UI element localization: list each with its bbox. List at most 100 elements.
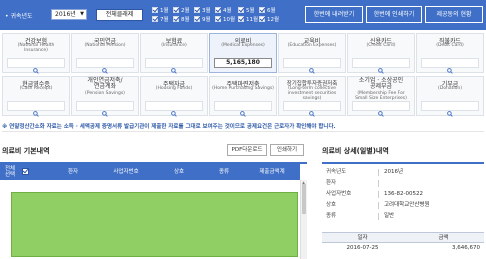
divider [378,202,379,209]
field-label: 환자 [326,180,337,186]
category-health-insurance[interactable]: 건강보험 (National Health Insurance) [2,33,70,74]
search-button[interactable] [214,101,272,117]
divider [378,191,379,198]
checkbox-icon [152,16,158,22]
search-icon [447,111,453,117]
category-national-pension[interactable]: 국민연금 (National Pension) [71,33,139,74]
checkbox-icon [173,7,179,13]
divider [378,180,379,187]
month-checkbox-8[interactable]: 8월 [173,16,196,25]
category-sublabel: (Credit Card) [366,43,396,48]
category-sublabel: (Home Purchasing Savings) [212,86,274,91]
search-button[interactable] [352,101,410,117]
daily-details-panel: 귀속년도 2016년 환자 사업자번호 136-82-00522 상호 고려대학… [322,162,484,259]
category-sublabel: (Cash Receipt) [19,86,53,91]
category-home-savings[interactable]: 주택마련저축 (Home Purchasing Savings) [209,76,277,117]
patient-header: 환자 [67,169,79,175]
field-label: 귀속년도 [326,169,347,175]
checkbox-icon [238,16,244,22]
category-insurance[interactable]: 보험료 (Insurance) [140,33,208,74]
search-button[interactable] [7,101,65,117]
scrollbar-thumb[interactable] [302,184,306,214]
checkbox-icon [259,7,265,13]
month-label: 8월 [181,17,190,23]
search-button[interactable] [76,58,134,74]
search-icon [309,111,315,117]
selected-row-area[interactable] [11,192,298,257]
pdf-download-button[interactable]: PDF다운로드 [227,144,267,156]
basic-details-title: 의료비 기본내역 [2,147,50,155]
month-label: 3월 [202,8,211,14]
print-all-button[interactable]: 한번에 인쇄하기 [366,6,422,23]
date-header: 일자 [322,232,403,243]
search-button[interactable] [76,101,134,117]
checkbox-icon [152,7,158,13]
field-value: 136-82-00522 [384,191,423,197]
field-value: 고려대학교안산병원 [384,202,430,208]
month-checkbox-12[interactable]: 12월 [259,16,282,25]
daily-details-title: 의료비 상세(일별)내역 [322,147,389,155]
year-select-value: 2016년 [55,11,76,18]
month-checkbox-7[interactable]: 7월 [152,16,175,25]
field-value: 2016년 [384,169,404,175]
category-sublabel: (Donation) [438,86,462,91]
checkbox-icon [194,7,200,13]
search-button[interactable] [283,101,341,117]
search-button[interactable] [421,101,479,117]
field-label: 종류 [326,213,337,219]
month-label: 7월 [160,17,169,23]
checkbox-icon [259,16,265,22]
category-donation[interactable]: 기부금 (Donation) [416,76,484,117]
category-sublabel: (National Pension) [84,43,126,48]
search-button[interactable] [145,101,203,117]
category-sublabel: (National Health Insurance) [17,43,55,53]
month-checkbox-9[interactable]: 9월 [194,16,217,25]
month-label: 1월 [160,8,169,14]
basic-details-table: 전체 선택 환자 사업자번호 상호 종류 제출금액계 ▲ [0,162,307,259]
checkbox-icon [173,16,179,22]
search-button[interactable] [145,58,203,74]
category-grid: 건강보험 (National Health Insurance) 국민연금 (N… [0,33,486,119]
select-all-checkbox[interactable] [22,168,29,175]
year-select[interactable]: 2016년 ▼ [51,9,87,20]
print-button[interactable]: 인쇄하기 [270,144,304,156]
search-icon [102,111,108,117]
medical-amount: 5,165,180 [214,58,272,68]
category-sublabel: (Pension Savings) [85,91,125,96]
search-icon [240,111,246,117]
search-button[interactable] [421,58,479,74]
search-icon [378,111,384,117]
category-medical-expenses[interactable]: 의료비 (Medical Expenses) 5,165,180 [209,33,277,73]
category-housing-funds[interactable]: 주택자금 (Housing Funds) [140,76,208,117]
category-cash-receipt[interactable]: 현금영수증 (Cash Receipt) [2,76,70,117]
month-label: 11월 [246,17,259,23]
category-pension-savings[interactable]: 개인연금저축/ 연금계좌 (Pension Savings) [71,76,139,117]
category-education[interactable]: 교육비 (Education Expenses) [278,33,346,74]
month-label: 5월 [246,8,255,14]
detail-row-type: 종류 일반 [322,211,484,222]
month-checkbox-11[interactable]: 11월 [238,16,261,25]
search-button[interactable] [7,58,65,74]
category-debit-card[interactable]: 직불카드 (Debit Card) [416,33,484,74]
select-all-header: 전체 선택 [4,166,16,178]
detail-row-business-name: 상호 고려대학교안산병원 [322,200,484,211]
vertical-scrollbar[interactable]: ▲ [300,180,307,259]
search-button[interactable] [283,58,341,74]
category-long-term-investment[interactable]: 장기집합투자증권저축 (Long-term collective investm… [278,76,346,117]
checkbox-icon [215,7,221,13]
detail-row-business-number: 사업자번호 136-82-00522 [322,189,484,200]
month-label: 10월 [223,17,236,23]
checkbox-icon [194,16,200,22]
notice-text: ※ 연말정산간소화 자료는 소득 · 세액공제 증명서류 발급기관이 제출한 자… [2,123,484,132]
month-label: 6월 [267,8,276,14]
select-all-button[interactable]: 전체클래제 [96,9,143,21]
download-all-button[interactable]: 한번에 내려받기 [305,6,363,23]
category-small-business[interactable]: 소기업 · 소상공인 공제부금 (Membership Fee For Smal… [347,76,415,117]
search-icon [378,68,384,74]
category-sublabel: (Housing Funds) [155,86,193,91]
toolbar: • 귀속년도 2016년 ▼ 전체클래제 1월 7월 2월 8월 3월 9월 4… [0,0,486,30]
consent-status-button[interactable]: 제공동의 현황 [425,6,483,23]
month-checkbox-10[interactable]: 10월 [215,16,238,25]
search-button[interactable] [352,58,410,74]
category-credit-card[interactable]: 신용카드 (Credit Card) [347,33,415,74]
